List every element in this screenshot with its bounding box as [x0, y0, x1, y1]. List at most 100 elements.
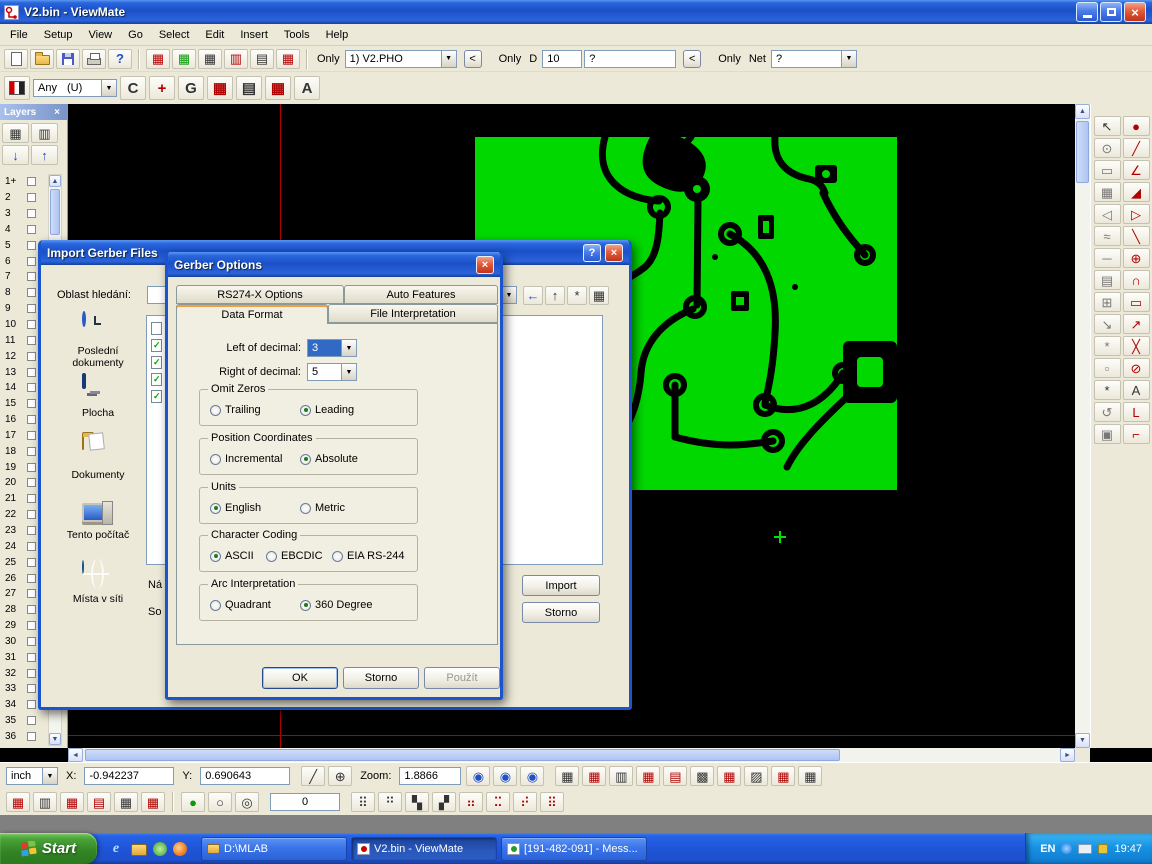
view-grid-button[interactable]: ▩ — [690, 766, 714, 786]
scroll-up-icon[interactable]: ▲ — [1075, 104, 1090, 119]
gerber-dialog-close-button[interactable]: × — [476, 256, 494, 274]
dialog-nav-button[interactable]: * — [567, 286, 587, 305]
pattern-tool-button[interactable]: ⠛ — [378, 792, 402, 812]
layer-visibility-checkbox[interactable] — [27, 716, 36, 725]
file-item-icon[interactable] — [151, 390, 162, 403]
palette-tool-button[interactable]: ↗ — [1123, 314, 1150, 334]
view-grid-button[interactable]: ▦ — [555, 766, 579, 786]
palette-tool-button[interactable]: ▦ — [1094, 182, 1121, 202]
place-network[interactable]: Místa v síti — [51, 561, 145, 623]
measure-tool-button[interactable]: ⊕ — [328, 766, 352, 786]
layer-visibility-checkbox[interactable] — [27, 399, 36, 408]
chevron-down-icon[interactable]: ▼ — [101, 80, 116, 96]
import-dialog-close-button[interactable]: × — [605, 244, 623, 262]
view-grid-button[interactable]: ▦ — [798, 766, 822, 786]
dialog-nav-button[interactable]: ← — [523, 286, 543, 305]
palette-tool-button[interactable]: ◁ — [1094, 204, 1121, 224]
scrollbar-thumb[interactable] — [50, 189, 60, 235]
tab-auto-features[interactable]: Auto Features — [344, 285, 498, 304]
file-item-icon[interactable] — [151, 339, 162, 352]
palette-tool-button[interactable]: ↘ — [1094, 314, 1121, 334]
prev-layer-button[interactable]: < — [464, 50, 482, 68]
scrollbar-thumb[interactable] — [85, 749, 840, 761]
lamp-button[interactable]: ● — [181, 792, 205, 812]
edit-tool-button[interactable]: ▦ — [141, 792, 165, 812]
palette-tool-button[interactable]: ↺ — [1094, 402, 1121, 422]
task-button-viewmate[interactable]: V2.bin - ViewMate — [351, 837, 497, 861]
layer-visibility-checkbox[interactable] — [27, 463, 36, 472]
chevron-down-icon[interactable]: ▼ — [441, 51, 456, 67]
radio-ebcdic[interactable]: EBCDIC — [266, 550, 323, 562]
radio-eia-rs244[interactable]: EIA RS-244 — [332, 550, 404, 562]
layers-panel-close-icon[interactable]: × — [51, 107, 63, 118]
layer-visibility-checkbox[interactable] — [27, 669, 36, 678]
layer-visibility-checkbox[interactable] — [27, 383, 36, 392]
palette-tool-button[interactable]: ↖ — [1094, 116, 1121, 136]
import-button[interactable]: Import — [522, 575, 600, 596]
menu-item[interactable]: File — [2, 26, 36, 44]
display-mode-button[interactable]: ▦ — [276, 49, 300, 69]
aperture-tool-button[interactable]: ▦ — [207, 76, 233, 100]
aperture-tool-button[interactable]: ▦ — [265, 76, 291, 100]
layer-visibility-checkbox[interactable] — [27, 272, 36, 281]
layer-row[interactable]: 1+ — [0, 174, 47, 190]
dialog-nav-button[interactable]: ↑ — [545, 286, 565, 305]
zoom-tool-button[interactable]: ◉ — [466, 766, 490, 786]
layer-combo[interactable]: 1) V2.PHO▼ — [345, 50, 457, 68]
measure-tool-button[interactable]: ╱ — [301, 766, 325, 786]
layer-visibility-checkbox[interactable] — [27, 241, 36, 250]
file-item-icon[interactable] — [151, 373, 162, 386]
file-item-icon[interactable] — [151, 322, 162, 335]
zoom-field[interactable]: 1.8866 — [399, 767, 461, 785]
layer-visibility-checkbox[interactable] — [27, 193, 36, 202]
palette-tool-button[interactable]: A — [1123, 380, 1150, 400]
layer-visibility-checkbox[interactable] — [27, 637, 36, 646]
layer-visibility-checkbox[interactable] — [27, 415, 36, 424]
edit-tool-button[interactable]: ▦ — [60, 792, 84, 812]
tab-rs274x-options[interactable]: RS274-X Options — [176, 285, 344, 304]
dcode-input[interactable]: 10 — [542, 50, 582, 68]
palette-tool-button[interactable]: ⊞ — [1094, 292, 1121, 312]
palette-tool-button[interactable]: ▣ — [1094, 424, 1121, 444]
save-button[interactable] — [56, 49, 80, 69]
counter-field[interactable]: 0 — [270, 793, 340, 811]
edit-tool-button[interactable]: ▤ — [87, 792, 111, 812]
pattern-tool-button[interactable]: ⠭ — [486, 792, 510, 812]
chevron-down-icon[interactable]: ▼ — [501, 287, 516, 303]
dcode-query-input[interactable]: ? — [584, 50, 676, 68]
layers-tool-button[interactable]: ↓ — [2, 145, 29, 165]
chevron-down-icon[interactable]: ▼ — [341, 340, 356, 356]
layer-visibility-checkbox[interactable] — [27, 320, 36, 329]
file-item-icon[interactable] — [151, 356, 162, 369]
ok-button[interactable]: OK — [262, 667, 338, 689]
menu-item[interactable]: Tools — [276, 26, 318, 44]
print-button[interactable] — [82, 49, 106, 69]
tray-network-icon[interactable] — [1061, 843, 1072, 854]
palette-tool-button[interactable]: ╳ — [1123, 336, 1150, 356]
palette-tool-button[interactable]: * — [1094, 380, 1121, 400]
layer-visibility-checkbox[interactable] — [27, 653, 36, 662]
pattern-tool-button[interactable]: ▚ — [405, 792, 429, 812]
layer-visibility-checkbox[interactable] — [27, 447, 36, 456]
palette-tool-button[interactable]: L — [1123, 402, 1150, 422]
display-mode-button[interactable]: ▦ — [198, 49, 222, 69]
layer-visibility-checkbox[interactable] — [27, 225, 36, 234]
pattern-tool-button[interactable]: ⠿ — [351, 792, 375, 812]
right-decimal-combo[interactable]: 5▼ — [307, 363, 357, 381]
layer-visibility-checkbox[interactable] — [27, 177, 36, 186]
x-coordinate-field[interactable]: -0.942237 — [84, 767, 174, 785]
aperture-tool-button[interactable]: + — [149, 76, 175, 100]
layer-visibility-checkbox[interactable] — [27, 542, 36, 551]
apply-button[interactable]: Použít — [424, 667, 500, 689]
view-grid-button[interactable]: ▨ — [744, 766, 768, 786]
layer-visibility-checkbox[interactable] — [27, 431, 36, 440]
view-grid-button[interactable]: ▤ — [663, 766, 687, 786]
radio-quadrant[interactable]: Quadrant — [210, 599, 271, 611]
layer-visibility-checkbox[interactable] — [27, 700, 36, 709]
pattern-tool-button[interactable]: ⠞ — [513, 792, 537, 812]
tab-file-interpretation[interactable]: File Interpretation — [328, 304, 498, 323]
palette-tool-button[interactable]: ▤ — [1094, 270, 1121, 290]
edit-tool-button[interactable]: ▦ — [114, 792, 138, 812]
only-dcode-toggle[interactable]: Only — [496, 53, 525, 65]
palette-tool-button[interactable]: ╱ — [1123, 138, 1150, 158]
